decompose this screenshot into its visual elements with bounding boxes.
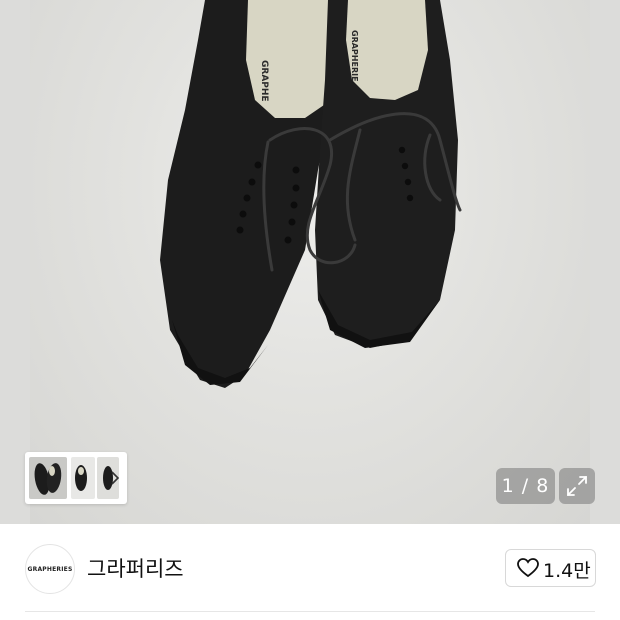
left-insole-print: GRAPHE <box>259 60 269 102</box>
left-insole <box>246 0 330 118</box>
expand-icon <box>567 476 587 496</box>
thumbnail-2-image <box>75 465 87 491</box>
image-counter: 1 / 8 <box>496 468 555 504</box>
brand-name[interactable]: 그라퍼리즈 <box>87 553 184 583</box>
thumbnail-1-image <box>34 463 62 495</box>
heart-icon <box>517 558 539 578</box>
thumbnail-1[interactable] <box>29 457 67 499</box>
brand-row: GRAPHERIES 그라퍼리즈 1.4만 <box>0 524 620 612</box>
divider <box>25 611 595 612</box>
like-count: 1.4만 <box>543 560 591 582</box>
brand-logo[interactable]: GRAPHERIES <box>25 544 75 594</box>
brand-logo-text: GRAPHERIES <box>27 565 73 573</box>
right-insole-print: GRAPHERIE <box>350 30 359 82</box>
like-button[interactable]: 1.4만 <box>505 549 596 587</box>
expand-button[interactable] <box>559 468 595 504</box>
chevron-right-icon[interactable] <box>109 468 121 488</box>
product-image-gallery[interactable]: GRAPHE GRAPHERIE 1 / 8 <box>0 0 620 524</box>
thumbnail-2[interactable] <box>71 457 95 499</box>
thumbnail-strip[interactable] <box>25 452 127 504</box>
product-photo: GRAPHE GRAPHERIE <box>160 0 462 388</box>
